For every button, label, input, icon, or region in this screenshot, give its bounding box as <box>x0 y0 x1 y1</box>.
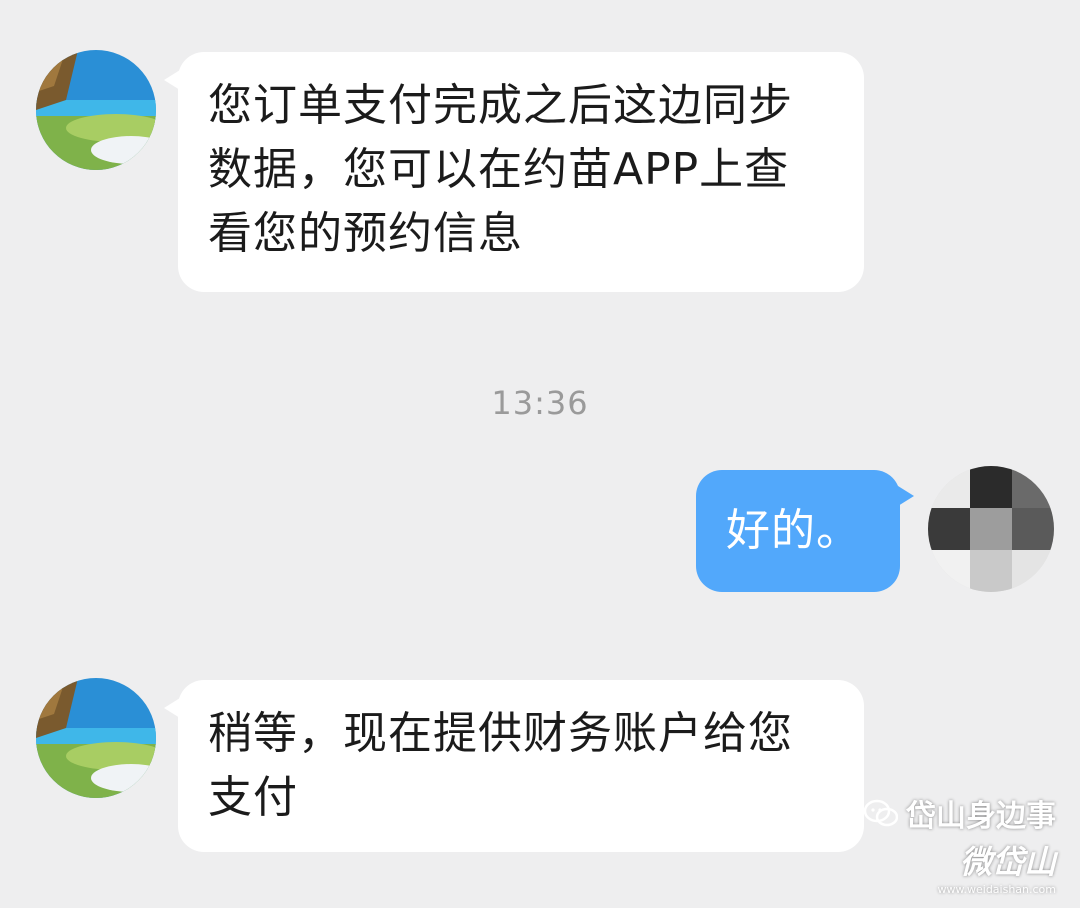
beach-avatar-icon <box>36 50 156 170</box>
message-bubble-incoming[interactable]: 您订单支付完成之后这边同步数据，您可以在约苗APP上查看您的预约信息 <box>164 52 864 292</box>
watermark: 岱山身边事 微岱山 www.weidaishan.com <box>864 791 1056 896</box>
wechat-icon <box>864 799 898 827</box>
sender-avatar[interactable] <box>36 678 156 798</box>
watermark-brand: 微岱山 <box>959 843 1056 881</box>
message-text: 稍等，现在提供财务账户给您支付 <box>208 708 793 823</box>
message-text: 好的。 <box>726 505 861 556</box>
message-bubble-incoming[interactable]: 稍等，现在提供财务账户给您支付 <box>164 680 864 852</box>
pixelated-avatar-icon <box>928 466 1054 592</box>
message-text: 您订单支付完成之后这边同步数据，您可以在约苗APP上查看您的预约信息 <box>208 80 793 259</box>
beach-avatar-icon <box>36 678 156 798</box>
sender-avatar[interactable] <box>36 50 156 170</box>
message-bubble-outgoing[interactable]: 好的。 <box>696 470 914 592</box>
watermark-url: www.weidaishan.com <box>937 883 1056 896</box>
timestamp: 13:36 <box>491 384 589 422</box>
self-avatar-pixelated[interactable] <box>928 466 1054 592</box>
watermark-account-name: 岱山身边事 <box>906 799 1056 834</box>
